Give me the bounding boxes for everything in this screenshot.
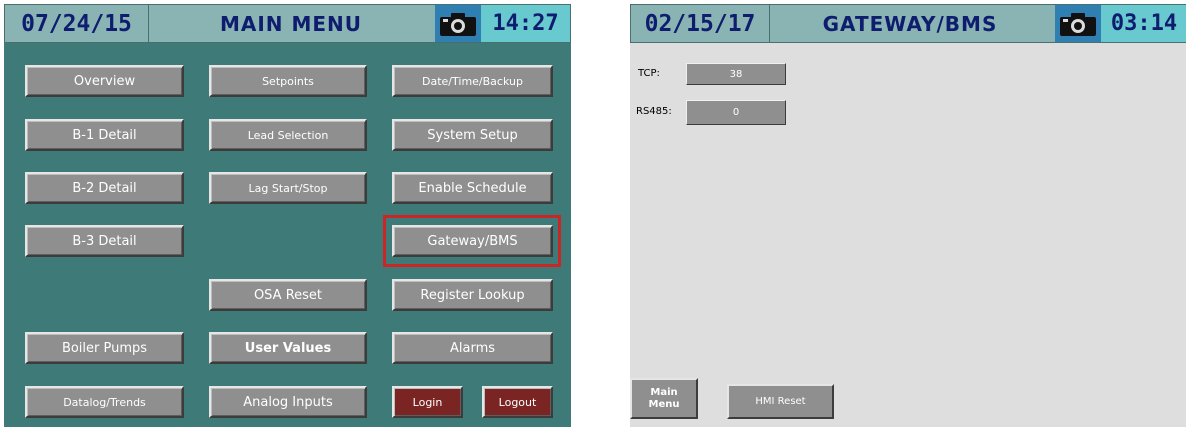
gateway-screen: 02/15/17 GATEWAY/BMS 03:14 TCP: 38 RS485… — [630, 4, 1186, 427]
camera-icon[interactable] — [435, 5, 481, 42]
osa-reset-button[interactable]: OSA Reset — [209, 279, 367, 311]
main-menu-date: 07/24/15 — [5, 5, 149, 42]
analog-inputs-button[interactable]: Analog Inputs — [209, 386, 367, 418]
overview-button[interactable]: Overview — [25, 65, 184, 97]
lead-selection-button[interactable]: Lead Selection — [209, 119, 367, 151]
gateway-title: GATEWAY/BMS — [822, 11, 998, 36]
user-values-button[interactable]: User Values — [209, 332, 367, 364]
lag-start-stop-button[interactable]: Lag Start/Stop — [209, 172, 367, 204]
date-time-backup-button[interactable]: Date/Time/Backup — [392, 65, 553, 97]
boiler-pumps-button[interactable]: Boiler Pumps — [25, 332, 184, 364]
rs485-value: 0 — [686, 100, 786, 125]
alarms-button[interactable]: Alarms — [392, 332, 553, 364]
main-menu-time: 14:27 — [481, 5, 570, 42]
datalog-trends-button[interactable]: Datalog/Trends — [25, 386, 184, 418]
enable-schedule-button[interactable]: Enable Schedule — [392, 172, 553, 204]
tcp-value: 38 — [686, 63, 786, 85]
main-menu-title: MAIN MENU — [219, 11, 363, 36]
gateway-date: 02/15/17 — [631, 5, 770, 42]
login-button[interactable]: Login — [392, 386, 463, 418]
gateway-time: 03:14 — [1101, 5, 1186, 42]
main-menu-screen: 07/24/15 MAIN MENU 14:27 Overview Setpoi… — [4, 4, 571, 427]
tcp-label: TCP: — [638, 68, 660, 79]
register-lookup-button[interactable]: Register Lookup — [392, 279, 553, 311]
gateway-titlebar: 02/15/17 GATEWAY/BMS 03:14 — [630, 4, 1186, 43]
camera-icon[interactable] — [1055, 5, 1101, 42]
gateway-body: TCP: 38 RS485: 0 Main Menu HMI Reset — [630, 43, 1186, 427]
main-menu-body: Overview Setpoints Date/Time/Backup B-1 … — [4, 43, 571, 427]
system-setup-button[interactable]: System Setup — [392, 119, 553, 151]
main-menu-button-line2: Menu — [648, 398, 680, 410]
main-menu-titlebar: 07/24/15 MAIN MENU 14:27 — [4, 4, 571, 43]
b2-detail-button[interactable]: B-2 Detail — [25, 172, 184, 204]
b1-detail-button[interactable]: B-1 Detail — [25, 119, 184, 151]
b3-detail-button[interactable]: B-3 Detail — [25, 225, 184, 257]
logout-button[interactable]: Logout — [482, 386, 553, 418]
setpoints-button[interactable]: Setpoints — [209, 65, 367, 97]
main-menu-button-line1: Main — [650, 386, 678, 398]
rs485-label: RS485: — [636, 106, 672, 117]
main-menu-button[interactable]: Main Menu — [630, 378, 698, 419]
hmi-reset-button[interactable]: HMI Reset — [727, 384, 834, 419]
gateway-bms-button[interactable]: Gateway/BMS — [392, 225, 553, 257]
